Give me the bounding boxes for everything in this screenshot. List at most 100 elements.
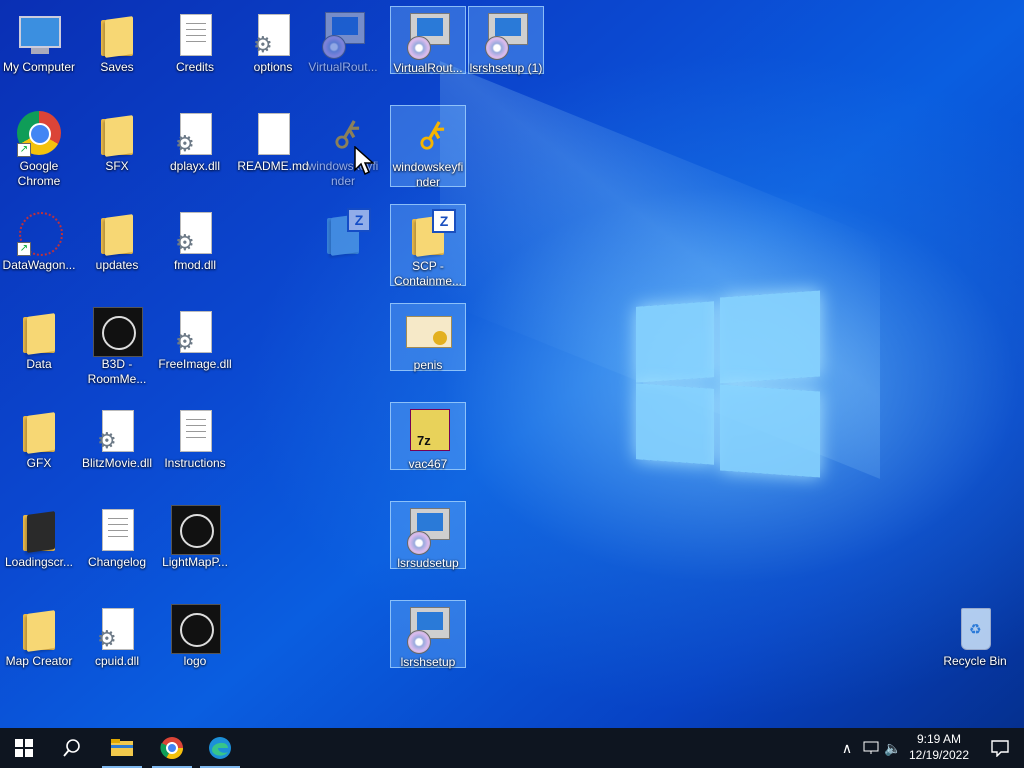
drag-ghost-scp-zip: Z (305, 204, 381, 274)
scp-logo-icon (93, 307, 143, 357)
chevron-up-icon[interactable]: ∧ (836, 728, 858, 768)
edge-icon[interactable] (196, 728, 244, 768)
icon-label: Recycle Bin (943, 654, 1007, 668)
scp-logo-icon (171, 604, 221, 654)
clock-time: 9:19 AM (916, 732, 962, 746)
icon-label: DataWagon... (2, 258, 76, 272)
folder-icon (15, 406, 63, 454)
icon-label: README.md (237, 159, 309, 173)
desktop-icon-fmod-dll[interactable]: ⚙ fmod.dll (157, 204, 233, 274)
icon-label: LightMapP... (162, 555, 228, 569)
icon-label: GFX (26, 456, 52, 470)
icon-label: Map Creator (5, 654, 73, 668)
folder-icon (93, 10, 141, 58)
desktop-icon-updates[interactable]: updates (79, 204, 155, 274)
config-file-icon: ⚙ (249, 10, 297, 58)
desktop-icon-b3d-roommesh[interactable]: B3D - RoomMe... (79, 303, 155, 387)
blank-file-icon (249, 109, 297, 157)
desktop-icon-instructions[interactable]: Instructions (157, 402, 233, 472)
icon-label: Loadingscr... (4, 555, 74, 569)
icon-label: SFX (105, 159, 129, 173)
icon-label: fmod.dll (173, 258, 217, 272)
icon-label: BlitzMovie.dll (81, 456, 153, 470)
dll-file-icon: ⚙ (171, 208, 219, 256)
icon-label: cpuid.dll (94, 654, 140, 668)
dll-file-icon: ⚙ (93, 406, 141, 454)
desktop-icon-blitzmovie-dll[interactable]: ⚙ BlitzMovie.dll (79, 402, 155, 472)
icon-label: vac467 (408, 457, 448, 471)
desktop-icon-saves[interactable]: Saves (79, 6, 155, 76)
desktop-icon-freeimage-dll[interactable]: ⚙ FreeImage.dll (157, 303, 233, 373)
desktop-icon-loadingscreens[interactable]: Loadingscr... (1, 501, 77, 571)
dll-file-icon: ⚙ (171, 307, 219, 355)
network-icon[interactable] (860, 728, 882, 768)
desktop[interactable]: My Computer ↗ Google Chrome ↗ DataWagon.… (0, 0, 1024, 728)
zip-folder-icon: Z (404, 209, 456, 257)
desktop-icon-google-chrome[interactable]: ↗ Google Chrome (1, 105, 77, 188)
icon-label: lsrsudsetup (397, 556, 459, 570)
desktop-icon-scp-containment[interactable]: Z SCP - Containme... (390, 204, 466, 288)
desktop-icon-cpuid-dll[interactable]: ⚙ cpuid.dll (79, 600, 155, 670)
desktop-icon-datawagon[interactable]: ↗ DataWagon... (1, 204, 77, 274)
desktop-icon-lsrsudsetup[interactable]: lsrsudsetup (390, 501, 466, 570)
text-file-icon (171, 10, 219, 58)
desktop-icon-dplayx-dll[interactable]: ⚙ dplayx.dll (157, 105, 233, 175)
dll-file-icon: ⚙ (171, 109, 219, 157)
desktop-icon-sfx[interactable]: SFX (79, 105, 155, 175)
zip-folder-icon: Z (319, 208, 371, 256)
folder-icon (15, 505, 63, 553)
mouse-cursor-icon (354, 146, 374, 176)
desktop-icon-gfx[interactable]: GFX (1, 402, 77, 472)
icon-label: SCP - Containme... (393, 259, 463, 288)
drag-ghost-virtualrouter: VirtualRout... (305, 6, 381, 76)
desktop-icon-my-computer[interactable]: My Computer (1, 6, 77, 76)
taskbar: ∧ 🔈 9:19 AM 12/19/2022 (0, 728, 1024, 768)
icon-label: Data (26, 357, 52, 371)
desktop-icon-options[interactable]: ⚙ options (235, 6, 311, 76)
desktop-icon-windowskeyfinder[interactable]: ⚷ windowskeyfinder (390, 105, 466, 189)
desktop-icon-penis[interactable]: penis (390, 303, 466, 372)
desktop-icon-readme[interactable]: README.md (235, 105, 311, 175)
clock[interactable]: 9:19 AM 12/19/2022 (906, 731, 972, 763)
folder-icon (93, 208, 141, 256)
installer-icon (404, 11, 452, 60)
icon-label: logo (183, 654, 207, 668)
7z-archive-icon: 7z (404, 407, 452, 455)
desktop-icon-logo[interactable]: logo (157, 600, 233, 670)
scp-logo-icon (171, 505, 221, 555)
chrome-icon[interactable] (148, 728, 196, 768)
computer-icon (15, 10, 63, 58)
search-icon[interactable] (48, 728, 96, 768)
notification-icon[interactable] (976, 728, 1024, 768)
volume-icon[interactable]: 🔈 (882, 728, 904, 768)
icon-label: Changelog (87, 555, 147, 569)
recycle-bin-icon: ♻ (951, 604, 999, 652)
icon-label: FreeImage.dll (158, 357, 232, 371)
desktop-icon-data[interactable]: Data (1, 303, 77, 373)
desktop-icon-virtualrouter[interactable]: VirtualRout... (390, 6, 466, 75)
icon-label: VirtualRout... (393, 61, 463, 75)
icon-label: VirtualRout... (308, 60, 378, 74)
windows-start-icon[interactable] (0, 728, 48, 768)
desktop-icon-map-creator[interactable]: Map Creator (1, 600, 77, 670)
desktop-icon-changelog[interactable]: Changelog (79, 501, 155, 571)
icon-label: lsrshsetup (400, 655, 456, 669)
desktop-icon-lsrshsetup-1[interactable]: lsrshsetup (1) (468, 6, 544, 75)
chrome-icon: ↗ (15, 109, 63, 157)
desktop-icon-lightmappers[interactable]: LightMapP... (157, 501, 233, 571)
icon-label: Credits (175, 60, 214, 74)
desktop-icon-lsrshsetup[interactable]: lsrshsetup (390, 600, 466, 669)
desktop-icon-vac467[interactable]: 7z vac467 (390, 402, 466, 471)
icon-label: Instructions (164, 456, 226, 470)
installer-icon (482, 11, 530, 60)
icon-label: penis (413, 358, 443, 372)
installer-icon (404, 506, 452, 555)
folder-icon (15, 307, 63, 355)
key-icon: ⚷ (409, 109, 455, 161)
file-explorer-icon[interactable] (98, 728, 146, 768)
folder-icon (93, 109, 141, 157)
desktop-icon-credits[interactable]: Credits (157, 6, 233, 76)
icon-label: updates (95, 258, 139, 272)
clock-date: 12/19/2022 (908, 748, 970, 762)
desktop-icon-recycle-bin[interactable]: ♻ Recycle Bin (937, 600, 1013, 670)
